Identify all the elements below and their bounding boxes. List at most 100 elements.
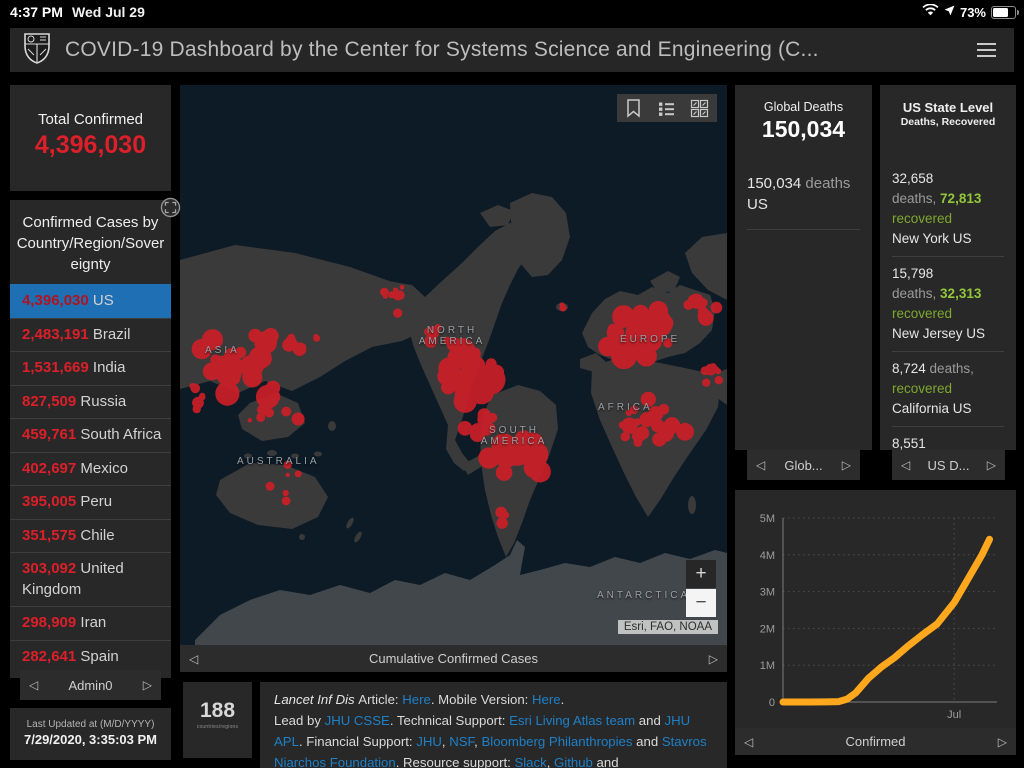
- country-row[interactable]: 282,641 Spain: [10, 639, 171, 674]
- world-map[interactable]: [180, 85, 727, 672]
- link[interactable]: Here: [532, 692, 561, 707]
- basemap-grid-icon[interactable]: [683, 94, 716, 122]
- us-state-pager: ◁ US D... ▷: [892, 450, 1005, 480]
- pager-right-icon[interactable]: ▷: [709, 653, 718, 665]
- text-segment: deaths,: [892, 191, 941, 206]
- expand-icon[interactable]: [160, 197, 181, 223]
- map-pager-label: Cumulative Confirmed Cases: [368, 651, 539, 666]
- text-segment: deaths: [805, 175, 851, 192]
- text-segment: deaths,: [892, 286, 941, 301]
- country-list: 4,396,030 US 2,483,191 Brazil 1,531,669 In…: [10, 284, 171, 673]
- text-segment: New Jersey US: [892, 326, 986, 341]
- bookmark-icon[interactable]: [617, 94, 650, 122]
- country-row[interactable]: 298,909 Iran: [10, 606, 171, 640]
- map-label: NORTH AMERICA: [418, 325, 486, 347]
- text-segment: US: [747, 196, 768, 213]
- link[interactable]: Here: [402, 692, 431, 707]
- country-row[interactable]: 402,697 Mexico: [10, 451, 171, 486]
- credits-text: Lancet Inf Dis Article: Here. Mobile Ver…: [260, 682, 727, 768]
- last-updated-value: 7/29/2020, 3:35:03 PM: [24, 732, 157, 747]
- text-segment: New York US: [892, 231, 972, 246]
- country-row[interactable]: 2,483,191 Brazil: [10, 317, 171, 352]
- pager-right-icon[interactable]: ▷: [842, 459, 851, 471]
- pager-left-icon[interactable]: ◁: [29, 679, 38, 691]
- country-row[interactable]: 827,509 Russia: [10, 384, 171, 419]
- country-row[interactable]: 1,531,669 India: [10, 351, 171, 385]
- text-segment: .: [560, 692, 565, 707]
- link[interactable]: NSF: [449, 734, 474, 749]
- svg-text:2M: 2M: [760, 623, 775, 635]
- link[interactable]: JHU CSSE: [325, 713, 390, 728]
- jhu-shield-logo: [23, 32, 51, 69]
- map-toolbar: [617, 94, 717, 122]
- pager-left-icon[interactable]: ◁: [756, 459, 765, 471]
- us-state-list: 32,658 deaths, 72,813 recovered New York US…: [892, 162, 1004, 450]
- chart-pager: ◁ Confirmed ▷: [735, 728, 1016, 755]
- country-pager-label: Admin0: [68, 677, 113, 693]
- total-confirmed-panel: Total Confirmed 4,396,030: [10, 85, 171, 191]
- country-row[interactable]: 4,396,030 US: [10, 284, 171, 318]
- link[interactable]: JHU: [416, 734, 442, 749]
- text-segment: Article:: [358, 692, 403, 707]
- text-segment: 32,313: [940, 286, 982, 301]
- text-segment: 32,658: [892, 171, 934, 186]
- state-entry[interactable]: 8,724 deaths, recovered California US: [892, 352, 1004, 427]
- country-panel-title: Confirmed Cases by Country/Region/Sovere…: [16, 214, 165, 273]
- svg-text:4M: 4M: [760, 550, 775, 562]
- last-updated-label: Last Updated at (M/D/YYYY): [26, 719, 155, 730]
- zoom-in-button[interactable]: +: [686, 560, 716, 588]
- link[interactable]: Bloomberg Philanthropies: [481, 734, 632, 749]
- legend-list-icon[interactable]: [650, 94, 683, 122]
- us-state-title: US State Level: [902, 100, 994, 115]
- country-row[interactable]: 303,092 United Kingdom: [10, 552, 171, 606]
- text-segment: recovered: [892, 306, 953, 321]
- hamburger-menu-icon[interactable]: [977, 39, 996, 61]
- pager-right-icon[interactable]: ▷: [998, 736, 1007, 748]
- link[interactable]: Slack: [514, 755, 546, 768]
- map-label: AFRICA: [598, 402, 653, 413]
- svg-text:5M: 5M: [760, 513, 775, 525]
- countries-counter-panel: 188 countries/regions: [183, 682, 252, 758]
- country-pager: ◁ Admin0 ▷: [20, 670, 161, 700]
- text-segment: 8,551: [892, 436, 926, 450]
- text-segment: recovered: [892, 381, 953, 396]
- app-header: COVID-19 Dashboard by the Center for Sys…: [10, 28, 1014, 72]
- map-label: SOUTH AMERICA: [480, 425, 548, 447]
- state-entry[interactable]: 32,658 deaths, 72,813 recovered New York US: [892, 162, 1004, 257]
- status-time: 4:37 PM: [10, 4, 63, 20]
- global-deaths-value: 150,034: [761, 116, 846, 142]
- country-list-panel: Confirmed Cases by Country/Region/Sovere…: [10, 197, 181, 678]
- country-row[interactable]: 351,575 Chile: [10, 518, 171, 553]
- map-label: AUSTRALIA: [237, 456, 320, 467]
- pager-right-icon[interactable]: ▷: [987, 459, 996, 471]
- wifi-icon: [922, 3, 939, 21]
- battery-percent: 73%: [959, 4, 986, 20]
- text-segment: 72,813: [940, 191, 982, 206]
- text-segment: Lancet Inf Dis: [274, 692, 359, 707]
- total-confirmed-label: Total Confirmed: [37, 111, 144, 128]
- link[interactable]: Github: [554, 755, 593, 768]
- ipad-screen: 4:37 PM Wed Jul 29 73% COVID-19 Dashboar…: [0, 0, 1024, 768]
- zoom-out-button[interactable]: −: [686, 589, 716, 617]
- pager-right-icon[interactable]: ▷: [143, 679, 152, 691]
- global-deaths-title: Global Deaths: [763, 100, 844, 114]
- state-entry[interactable]: 8,551deaths, 96,452recovered: [892, 427, 1004, 450]
- text-segment: 15,798: [892, 266, 934, 281]
- credits-panel: Lancet Inf Dis Article: Here. Mobile Ver…: [260, 682, 727, 768]
- text-segment: Lead by: [274, 713, 325, 728]
- pager-left-icon[interactable]: ◁: [744, 736, 753, 748]
- text-segment: recovered: [892, 211, 953, 226]
- world-map-panel[interactable]: ASIA NORTH AMERICA EUROPE AFRICA SOUTH AMERI…: [180, 85, 727, 672]
- country-row[interactable]: 459,761 South Africa: [10, 418, 171, 452]
- status-date: Wed Jul 29: [72, 4, 145, 20]
- text-segment: and: [592, 755, 619, 768]
- us-state-pager-label: US D...: [927, 457, 970, 473]
- pager-left-icon[interactable]: ◁: [901, 459, 910, 471]
- map-pager: ◁ Cumulative Confirmed Cases ▷: [180, 645, 727, 672]
- country-row[interactable]: 395,005 Peru: [10, 485, 171, 519]
- pager-left-icon[interactable]: ◁: [189, 653, 198, 665]
- state-entry[interactable]: 15,798 deaths, 32,313 recovered New Jersey …: [892, 257, 1004, 352]
- global-deaths-item[interactable]: 150,034 deaths US: [747, 173, 860, 230]
- link[interactable]: Esri Living Atlas team: [509, 713, 635, 728]
- text-segment: deaths,: [929, 361, 974, 376]
